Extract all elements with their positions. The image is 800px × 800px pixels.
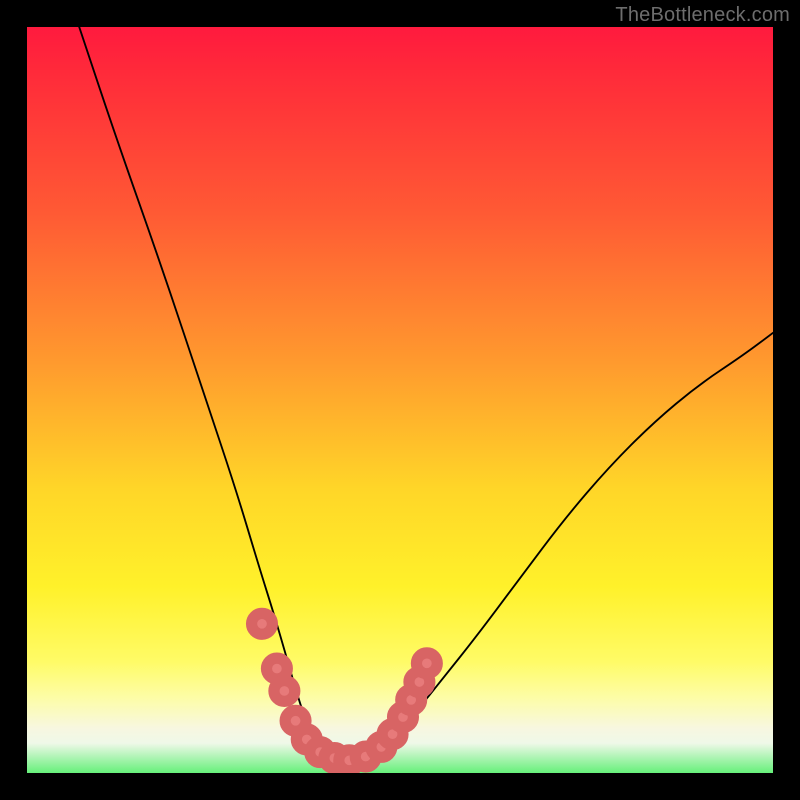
marker-group: [252, 613, 438, 770]
watermark-text: TheBottleneck.com: [615, 4, 790, 27]
highlight-dot: [416, 653, 437, 674]
chart-frame: TheBottleneck.com: [0, 0, 800, 800]
plot-area: [27, 27, 773, 773]
curve-layer: [27, 27, 773, 773]
highlight-dot: [252, 613, 273, 634]
highlight-dot: [274, 680, 295, 701]
